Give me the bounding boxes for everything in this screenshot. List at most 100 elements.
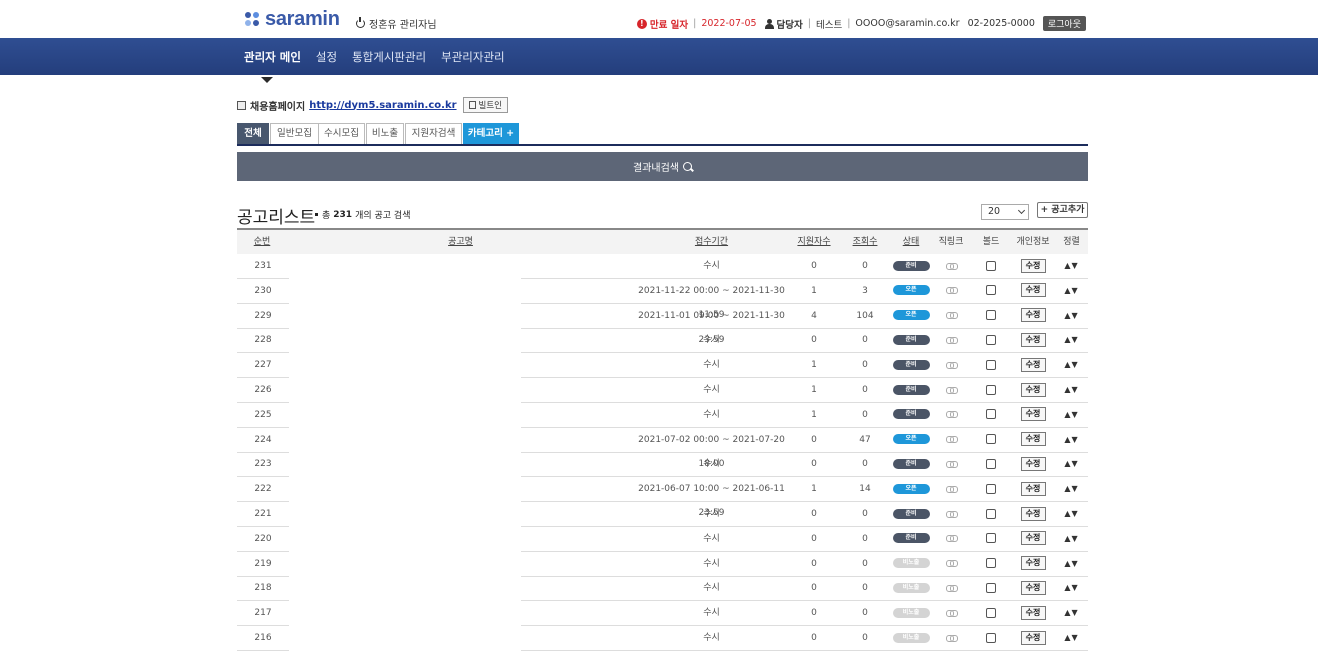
tab-applicant-search[interactable]: 지원자검색 [405, 123, 462, 144]
status-badge[interactable]: 오픈 [892, 434, 930, 445]
edit-button[interactable]: 수정 [1020, 456, 1046, 471]
sort-arrows-icon[interactable]: ▲▼ [1064, 633, 1078, 642]
bold-checkbox[interactable] [986, 558, 996, 569]
status-badge[interactable]: 준비 [892, 359, 930, 370]
sort-arrows-icon[interactable]: ▲▼ [1064, 484, 1078, 493]
status-badge[interactable]: 오픈 [892, 285, 930, 296]
status-badge[interactable]: 준비 [892, 334, 930, 345]
status-badge[interactable]: 오픈 [892, 310, 930, 321]
bold-checkbox[interactable] [986, 434, 996, 445]
row-applicants[interactable]: 0 [789, 328, 839, 353]
row-applicants[interactable]: 0 [789, 527, 839, 552]
bold-checkbox[interactable] [986, 508, 996, 519]
status-badge[interactable]: 준비 [892, 260, 930, 271]
sort-arrows-icon[interactable]: ▲▼ [1064, 311, 1078, 320]
edit-button[interactable]: 수정 [1020, 382, 1046, 397]
sort-arrows-icon[interactable]: ▲▼ [1064, 435, 1078, 444]
row-applicants[interactable]: 1 [789, 353, 839, 378]
row-applicants[interactable]: 1 [789, 378, 839, 403]
status-badge[interactable]: 준비 [892, 533, 930, 544]
row-applicants[interactable]: 0 [789, 576, 839, 601]
status-badge[interactable]: 비노출 [892, 632, 930, 643]
sort-arrows-icon[interactable]: ▲▼ [1064, 261, 1078, 270]
saramin-logo[interactable]: saramin [245, 8, 340, 31]
link-icon[interactable] [945, 312, 958, 320]
link-icon[interactable] [945, 262, 958, 270]
nav-item-admin-main[interactable]: 관리자 메인 [244, 49, 301, 65]
status-badge[interactable]: 비노출 [892, 582, 930, 593]
col-applicants[interactable]: 지원자수 [789, 230, 839, 254]
col-views[interactable]: 조회수 [839, 230, 891, 254]
link-icon[interactable] [945, 436, 958, 444]
tab-rolling[interactable]: 수시모집 [318, 123, 365, 144]
link-icon[interactable] [945, 336, 958, 344]
row-applicants[interactable]: 0 [789, 452, 839, 477]
row-applicants[interactable]: 1 [789, 477, 839, 502]
sort-arrows-icon[interactable]: ▲▼ [1064, 360, 1078, 369]
edit-button[interactable]: 수정 [1020, 506, 1046, 521]
edit-button[interactable]: 수정 [1020, 332, 1046, 347]
row-applicants[interactable]: 4 [789, 304, 839, 329]
status-badge[interactable]: 준비 [892, 458, 930, 469]
bold-checkbox[interactable] [986, 458, 996, 469]
row-applicants[interactable]: 1 [789, 279, 839, 304]
bold-checkbox[interactable] [986, 359, 996, 370]
status-badge[interactable]: 오픈 [892, 483, 930, 494]
link-icon[interactable] [945, 634, 958, 642]
nav-item-sub-admin[interactable]: 부관리자관리 [441, 49, 504, 65]
edit-button[interactable]: 수정 [1020, 531, 1046, 546]
bold-checkbox[interactable] [986, 632, 996, 643]
link-icon[interactable] [945, 361, 958, 369]
edit-button[interactable]: 수정 [1020, 605, 1046, 620]
link-icon[interactable] [945, 510, 958, 518]
edit-button[interactable]: 수정 [1020, 258, 1046, 273]
edit-button[interactable]: 수정 [1020, 432, 1046, 447]
bold-checkbox[interactable] [986, 285, 996, 296]
bold-checkbox[interactable] [986, 384, 996, 395]
edit-button[interactable]: 수정 [1020, 308, 1046, 323]
bold-checkbox[interactable] [986, 483, 996, 494]
link-icon[interactable] [945, 535, 958, 543]
edit-button[interactable]: 수정 [1020, 481, 1046, 496]
status-badge[interactable]: 준비 [892, 384, 930, 395]
nav-item-settings[interactable]: 설정 [316, 49, 337, 65]
edit-button[interactable]: 수정 [1020, 580, 1046, 595]
edit-button[interactable]: 수정 [1020, 407, 1046, 422]
sort-arrows-icon[interactable]: ▲▼ [1064, 583, 1078, 592]
col-period[interactable]: 접수기간 [634, 230, 789, 254]
bold-checkbox[interactable] [986, 260, 996, 271]
edit-button[interactable]: 수정 [1020, 630, 1046, 645]
status-badge[interactable]: 준비 [892, 508, 930, 519]
sort-arrows-icon[interactable]: ▲▼ [1064, 608, 1078, 617]
col-status[interactable]: 상태 [891, 230, 931, 254]
sort-arrows-icon[interactable]: ▲▼ [1064, 385, 1078, 394]
link-icon[interactable] [945, 287, 958, 295]
bold-checkbox[interactable] [986, 533, 996, 544]
bold-checkbox[interactable] [986, 334, 996, 345]
edit-button[interactable]: 수정 [1020, 556, 1046, 571]
status-badge[interactable]: 비노출 [892, 607, 930, 618]
homepage-link[interactable]: http://dym5.saramin.co.kr [309, 100, 456, 111]
link-icon[interactable] [945, 609, 958, 617]
tab-general[interactable]: 일반모집 [270, 123, 319, 144]
tab-hidden[interactable]: 비노출 [366, 123, 404, 144]
sort-arrows-icon[interactable]: ▲▼ [1064, 534, 1078, 543]
sort-arrows-icon[interactable]: ▲▼ [1064, 335, 1078, 344]
bold-checkbox[interactable] [986, 409, 996, 420]
edit-button[interactable]: 수정 [1020, 283, 1046, 298]
link-icon[interactable] [945, 411, 958, 419]
row-applicants[interactable]: 1 [789, 403, 839, 428]
sort-arrows-icon[interactable]: ▲▼ [1064, 410, 1078, 419]
sort-arrows-icon[interactable]: ▲▼ [1064, 286, 1078, 295]
row-applicants[interactable]: 0 [789, 502, 839, 527]
bold-checkbox[interactable] [986, 310, 996, 321]
link-icon[interactable] [945, 584, 958, 592]
bold-checkbox[interactable] [986, 582, 996, 593]
link-icon[interactable] [945, 560, 958, 568]
col-number[interactable]: 순번 [237, 230, 287, 254]
bold-checkbox[interactable] [986, 607, 996, 618]
edit-button[interactable]: 수정 [1020, 357, 1046, 372]
nav-item-board[interactable]: 통합게시판관리 [352, 49, 426, 65]
tab-category[interactable]: 카테고리 + [463, 123, 519, 144]
builtin-button[interactable]: 빌트인 [462, 97, 508, 113]
